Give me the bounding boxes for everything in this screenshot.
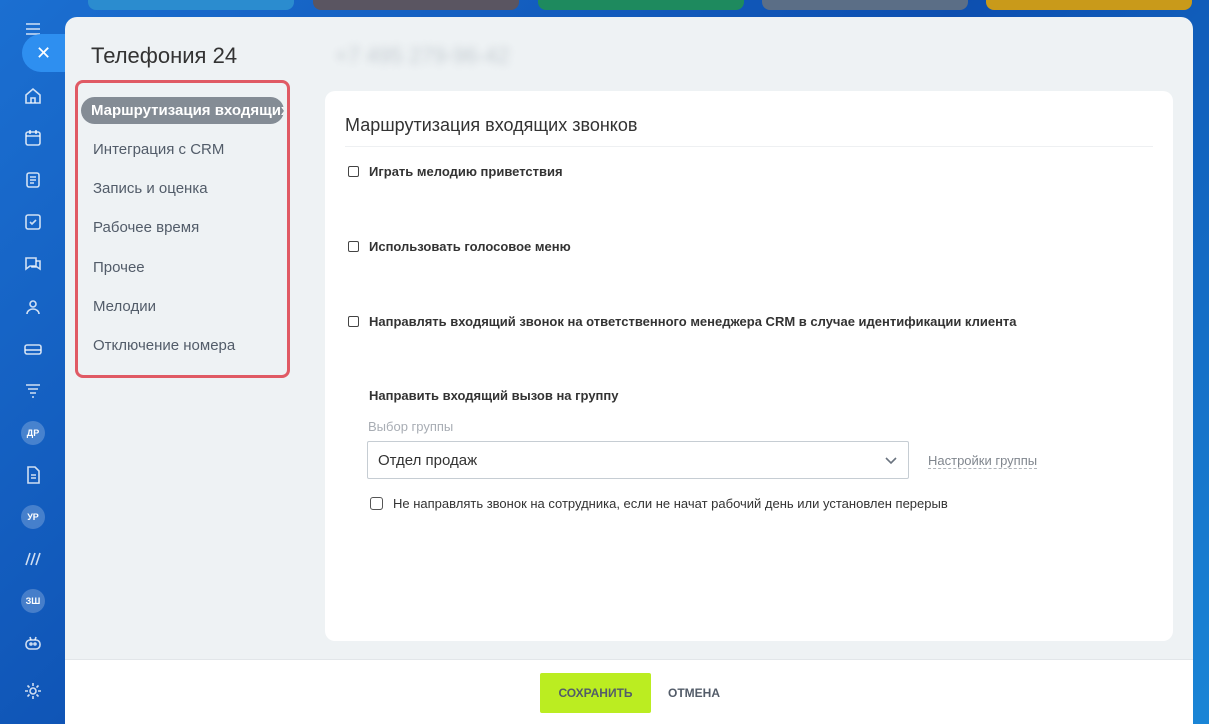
checkbox[interactable] xyxy=(348,166,359,177)
option-label: Играть мелодию приветствия xyxy=(369,164,563,179)
tasks-icon[interactable] xyxy=(20,209,46,235)
checkbox[interactable] xyxy=(370,497,383,510)
divider xyxy=(345,146,1153,147)
page-title: Телефония 24 xyxy=(91,43,238,68)
left-icon-rail: ✕ ДР УР ЗШ xyxy=(0,0,70,724)
drive-icon[interactable] xyxy=(20,336,46,362)
contacts-icon[interactable] xyxy=(20,294,46,320)
cancel-button[interactable]: ОТМЕНА xyxy=(665,673,723,713)
group-settings-link[interactable]: Настройки группы xyxy=(928,453,1038,469)
option-label: Не направлять звонок на сотрудника, если… xyxy=(393,496,948,511)
feed-icon[interactable] xyxy=(20,167,46,193)
chevron-down-icon xyxy=(885,457,897,465)
bg-tile xyxy=(762,0,968,10)
menu-item-crm[interactable]: Интеграция с CRM xyxy=(81,136,284,163)
option-crm-manager[interactable]: Направлять входящий звонок на ответствен… xyxy=(348,314,1017,329)
close-slider-button[interactable]: ✕ xyxy=(22,34,70,72)
home-icon[interactable] xyxy=(20,83,46,109)
menu-item-worktime[interactable]: Рабочее время xyxy=(81,214,284,241)
checkbox[interactable] xyxy=(348,241,359,252)
chat-icon[interactable] xyxy=(20,251,46,277)
document-icon[interactable] xyxy=(20,462,46,488)
checkbox[interactable] xyxy=(348,316,359,327)
group-select-value: Отдел продаж xyxy=(378,451,478,469)
menu-item-other[interactable]: Прочее xyxy=(81,254,284,281)
badge-ur[interactable]: УР xyxy=(20,504,46,530)
menu-item-routing[interactable]: Маршрутизация входящих звонков xyxy=(81,97,284,124)
funnel-icon[interactable] xyxy=(20,378,46,404)
card-title: Маршрутизация входящих звонков xyxy=(345,115,638,135)
routing-card: Маршрутизация входящих звонков Играть ме… xyxy=(325,91,1173,641)
telephony-slider: Телефония 24 +7 495 279-96-42 Маршрутиза… xyxy=(65,17,1193,724)
bg-tile xyxy=(538,0,744,10)
save-button[interactable]: СОХРАНИТЬ xyxy=(540,673,651,713)
background-tiles xyxy=(88,0,1209,12)
option-ivr[interactable]: Использовать голосовое меню xyxy=(348,239,571,254)
bg-tile xyxy=(313,0,519,10)
option-greeting[interactable]: Играть мелодию приветствия xyxy=(348,164,563,179)
calendar-icon[interactable] xyxy=(20,125,46,151)
phone-number: +7 495 279-96-42 xyxy=(335,43,510,68)
menu-item-recording[interactable]: Запись и оценка xyxy=(81,175,284,202)
bg-tile xyxy=(88,0,294,10)
option-label: Направлять входящий звонок на ответствен… xyxy=(369,314,1017,329)
option-skip-off-hours[interactable]: Не направлять звонок на сотрудника, если… xyxy=(370,496,948,511)
group-section-label: Направить входящий вызов на группу xyxy=(369,388,619,403)
settings-gear-icon[interactable] xyxy=(20,678,46,704)
robot-icon[interactable] xyxy=(20,630,46,656)
group-select[interactable]: Отдел продаж xyxy=(367,441,909,479)
menu-item-disable-number[interactable]: Отключение номера xyxy=(81,332,284,359)
marketing-icon[interactable] xyxy=(20,546,46,572)
badge-zsh[interactable]: ЗШ xyxy=(20,588,46,614)
option-label: Использовать голосовое меню xyxy=(369,239,571,254)
badge-dr[interactable]: ДР xyxy=(20,420,46,446)
bg-tile xyxy=(986,0,1192,10)
settings-menu: Маршрутизация входящих звонков Интеграци… xyxy=(75,80,290,378)
close-icon: ✕ xyxy=(36,42,52,63)
group-field-label: Выбор группы xyxy=(368,419,454,434)
footer: СОХРАНИТЬ ОТМЕНА xyxy=(65,659,1193,724)
menu-item-melodies[interactable]: Мелодии xyxy=(81,293,284,320)
